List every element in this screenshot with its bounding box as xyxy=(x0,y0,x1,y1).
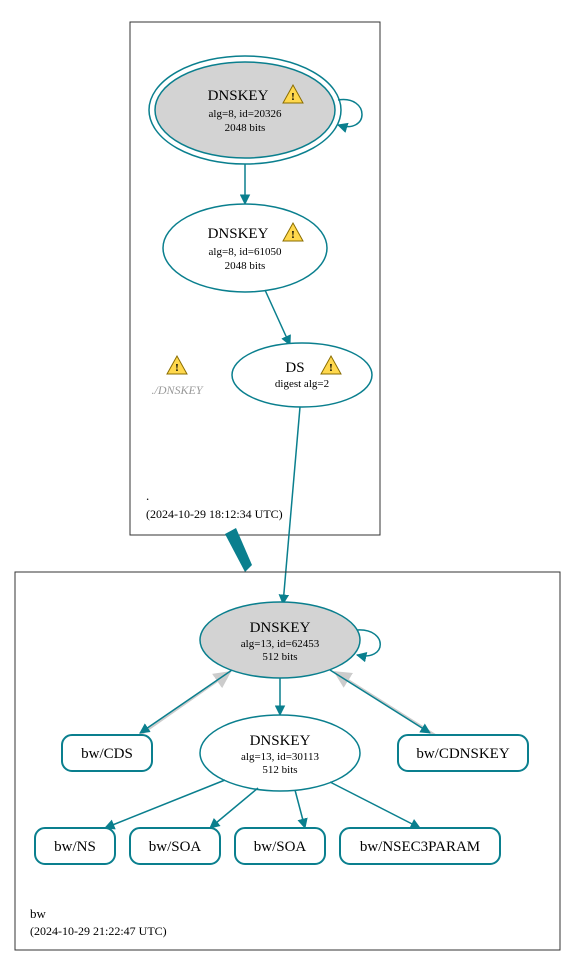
rrset-ns: bw/NS xyxy=(35,828,115,864)
edge-bw-zsk-to-soa2 xyxy=(295,790,305,828)
bw-zsk-line1: alg=13, id=30113 xyxy=(241,751,319,763)
bw-ksk-line1: alg=13, id=62453 xyxy=(241,638,320,650)
root-ds-title: DS xyxy=(285,360,304,376)
bw-zsk-title: DNSKEY xyxy=(250,733,311,749)
root-zsk-line1: alg=8, id=61050 xyxy=(209,246,282,258)
edge-ds-to-bw-ksk xyxy=(283,407,300,604)
bw-ksk-line2: 512 bits xyxy=(262,651,297,663)
root-zone-name: . xyxy=(146,488,149,503)
rrset-soa1-label: bw/SOA xyxy=(149,839,202,855)
root-ksk-title: DNSKEY xyxy=(208,88,269,104)
edge-bw-zsk-to-ns xyxy=(105,780,225,828)
root-zsk-line2: 2048 bits xyxy=(225,260,266,272)
root-ds-node: DS digest alg=2 ! xyxy=(232,343,372,407)
svg-text:!: ! xyxy=(291,91,295,103)
edge-root-zsk-to-ds xyxy=(265,290,290,345)
edge-bw-ksk-to-cds xyxy=(140,670,232,733)
rrset-ns-label: bw/NS xyxy=(54,839,96,855)
rrset-cdnskey: bw/CDNSKEY xyxy=(398,735,528,771)
root-zsk-node: DNSKEY alg=8, id=61050 2048 bits ! xyxy=(163,204,327,292)
rrset-cdnskey-label: bw/CDNSKEY xyxy=(416,746,510,762)
root-zone-ts: (2024-10-29 18:12:34 UTC) xyxy=(146,507,283,521)
rrset-nsec3param: bw/NSEC3PARAM xyxy=(340,828,500,864)
rrset-cds: bw/CDS xyxy=(62,735,152,771)
root-dnskey-placeholder: ! ./DNSKEY xyxy=(151,356,203,397)
root-placeholder-label: ./DNSKEY xyxy=(151,383,203,397)
svg-text:!: ! xyxy=(329,362,333,374)
root-ksk-line2: 2048 bits xyxy=(225,122,266,134)
edge-bw-zsk-to-nsec3param xyxy=(330,782,420,828)
rrset-soa2: bw/SOA xyxy=(235,828,325,864)
rrset-nsec3param-label: bw/NSEC3PARAM xyxy=(360,839,480,855)
bw-zone-name: bw xyxy=(30,906,47,921)
edge-cdnskey-to-ksk xyxy=(335,672,435,735)
warning-icon: ! xyxy=(167,356,187,374)
bw-zsk-line2: 512 bits xyxy=(262,764,297,776)
rrset-soa2-label: bw/SOA xyxy=(254,839,307,855)
rrset-cds-label: bw/CDS xyxy=(81,746,133,762)
root-zsk-title: DNSKEY xyxy=(208,226,269,242)
root-ksk-node: DNSKEY alg=8, id=20326 2048 bits ! xyxy=(149,56,341,164)
edge-bw-zsk-to-soa1 xyxy=(210,788,258,828)
root-ksk-line1: alg=8, id=20326 xyxy=(209,108,282,120)
svg-text:!: ! xyxy=(175,362,179,374)
bw-ksk-title: DNSKEY xyxy=(250,620,311,636)
root-ds-line1: digest alg=2 xyxy=(275,378,329,390)
bw-ksk-node: DNSKEY alg=13, id=62453 512 bits xyxy=(200,602,360,678)
rrset-soa1: bw/SOA xyxy=(130,828,220,864)
bw-zone-ts: (2024-10-29 21:22:47 UTC) xyxy=(30,924,167,938)
edge-bw-ksk-to-cdnskey xyxy=(330,670,430,733)
svg-text:!: ! xyxy=(291,229,295,241)
